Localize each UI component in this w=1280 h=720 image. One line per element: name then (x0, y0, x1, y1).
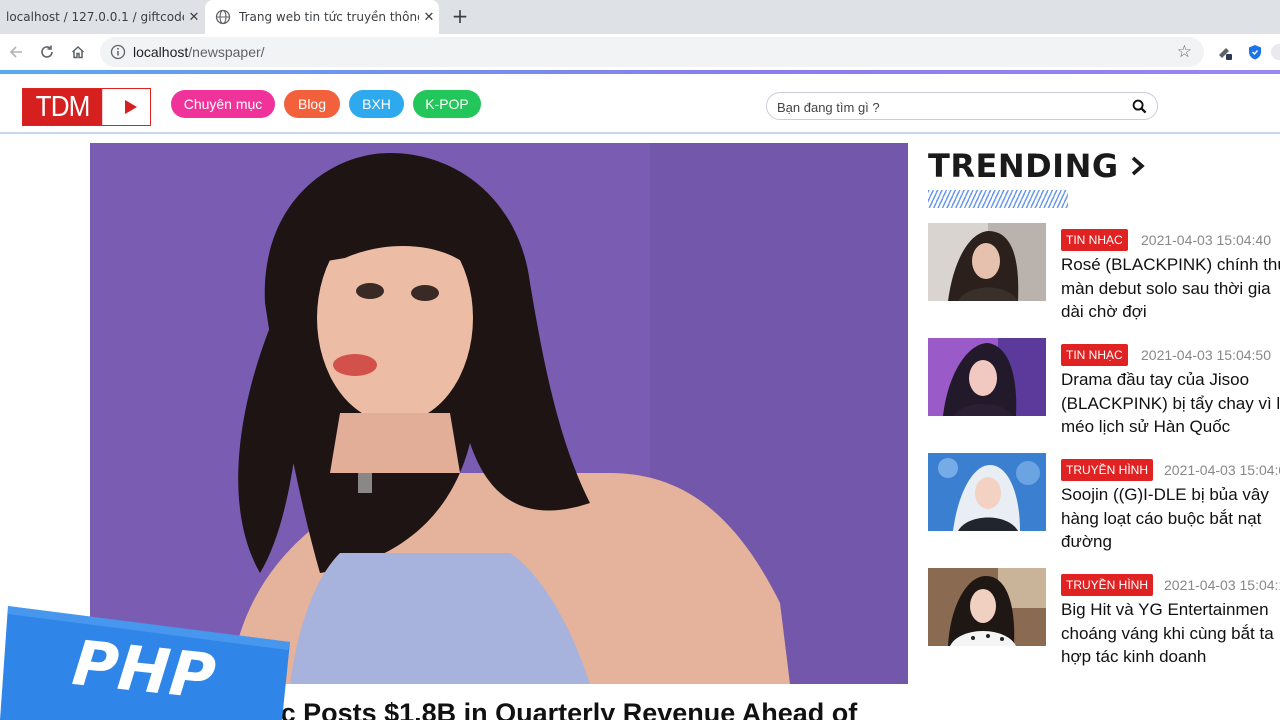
trending-thumbnail[interactable] (928, 223, 1046, 301)
tab-title: Trang web tin tức truyền thông đ (239, 10, 419, 24)
logo-text: TDM (23, 89, 103, 125)
browser-toolbar: localhost/newspaper/ ☆ (0, 34, 1280, 70)
php-badge-text: PHP (69, 626, 219, 714)
close-tab-icon[interactable]: ✕ (419, 10, 439, 25)
nav-bxh[interactable]: BXH (349, 90, 404, 118)
new-tab-button[interactable]: + (448, 5, 472, 29)
featured-photo (90, 143, 908, 684)
nav-kpop[interactable]: K-POP (413, 90, 481, 118)
url-host: localhost (133, 44, 189, 60)
title-line: dài chờ đợi (1061, 302, 1147, 321)
title-line: màn debut solo sau thời gia (1061, 278, 1271, 298)
title-line: hàng loạt cáo buộc bắt nạt (1061, 508, 1262, 528)
category-badge[interactable]: TRUYỀN HÌNH (1061, 459, 1154, 481)
title-line: đường (1061, 532, 1112, 551)
trending-stripe-decoration (928, 190, 1068, 208)
search-input[interactable] (777, 97, 1117, 117)
reload-icon[interactable] (36, 41, 58, 63)
trending-thumbnail[interactable] (928, 453, 1046, 531)
trending-item[interactable]: TRUYỀN HÌNH 2021-04-03 15:04:1 Big Hit v… (928, 568, 1280, 676)
browser-tab-strip: localhost / 127.0.0.1 / giftcode / ✕ Tra… (0, 0, 1280, 34)
trending-item-title[interactable]: Drama đầu tay của Jisoo (BLACKPINK) bị t… (1061, 368, 1280, 439)
nav-blog[interactable]: Blog (284, 90, 340, 118)
trending-item-title[interactable]: Big Hit và YG Entertainmen choáng váng k… (1061, 598, 1280, 669)
title-line: (BLACKPINK) bị tẩy chay vì l (1061, 393, 1280, 413)
trending-item-title[interactable]: Soojin ((G)I-DLE bị bủa vây hàng loạt cá… (1061, 483, 1280, 554)
trending-thumbnail[interactable] (928, 338, 1046, 416)
bookmark-star-icon[interactable]: ☆ (1177, 42, 1192, 62)
trending-item[interactable]: TIN NHẠC 2021-04-03 15:04:50 Drama đầu t… (928, 338, 1280, 446)
trending-item-title[interactable]: Rosé (BLACKPINK) chính thu màn debut sol… (1061, 253, 1280, 324)
featured-article-image[interactable] (90, 143, 908, 684)
tab-title: localhost / 127.0.0.1 / giftcode / (6, 10, 184, 24)
search-box (766, 92, 1158, 120)
title-line: choáng váng khi cùng bắt ta (1061, 623, 1274, 643)
site-logo[interactable]: TDM (22, 88, 151, 126)
title-line: Drama đầu tay của Jisoo (1061, 370, 1250, 389)
home-icon[interactable] (67, 41, 89, 63)
category-badge[interactable]: TIN NHẠC (1061, 229, 1128, 251)
tab-newspaper[interactable]: Trang web tin tức truyền thông đ ✕ (205, 0, 439, 34)
category-badge[interactable]: TIN NHẠC (1061, 344, 1128, 366)
title-line: méo lịch sử Hàn Quốc (1061, 417, 1231, 436)
extension-puzzle-icon[interactable] (1216, 43, 1234, 61)
nav-chuyen-muc[interactable]: Chuyên mục (171, 90, 275, 118)
category-badge[interactable]: TRUYỀN HÌNH (1061, 574, 1154, 596)
search-icon[interactable] (1132, 99, 1147, 114)
globe-icon (215, 9, 231, 25)
timestamp: 2021-04-03 15:04:1 (1164, 577, 1280, 593)
trending-title: TRENDING (928, 147, 1119, 185)
timestamp: 2021-04-03 15:04:0 (1164, 462, 1280, 478)
address-bar[interactable]: localhost/newspaper/ ☆ (100, 37, 1204, 67)
url-text: localhost/newspaper/ (133, 44, 265, 60)
title-line: Big Hit và YG Entertainmen (1061, 600, 1269, 619)
php-logo-overlay: PHP (0, 606, 290, 720)
info-icon[interactable] (110, 44, 126, 60)
timestamp: 2021-04-03 15:04:50 (1141, 347, 1271, 363)
trending-heading[interactable]: TRENDING (928, 147, 1147, 185)
timestamp: 2021-04-03 15:04:40 (1141, 232, 1271, 248)
trending-item[interactable]: TRUYỀN HÌNH 2021-04-03 15:04:0 Soojin ((… (928, 453, 1280, 561)
profile-icon[interactable] (1270, 43, 1280, 61)
url-path: /newspaper/ (188, 44, 265, 60)
site-header: TDM Chuyên mục Blog BXH K-POP (0, 74, 1280, 134)
trending-item[interactable]: TIN NHẠC 2021-04-03 15:04:40 Rosé (BLACK… (928, 223, 1280, 331)
tab-phpmyadmin[interactable]: localhost / 127.0.0.1 / giftcode / ✕ (0, 0, 204, 34)
play-icon (111, 89, 150, 125)
chevron-right-icon (1131, 156, 1145, 176)
shield-extension-icon[interactable] (1246, 43, 1264, 61)
title-line: hợp tác kinh doanh (1061, 647, 1207, 666)
close-tab-icon[interactable]: ✕ (184, 10, 204, 25)
title-line: Rosé (BLACKPINK) chính thu (1061, 255, 1280, 274)
trending-thumbnail[interactable] (928, 568, 1046, 646)
title-line: Soojin ((G)I-DLE bị bủa vây (1061, 485, 1269, 504)
back-arrow-icon[interactable] (5, 41, 27, 63)
